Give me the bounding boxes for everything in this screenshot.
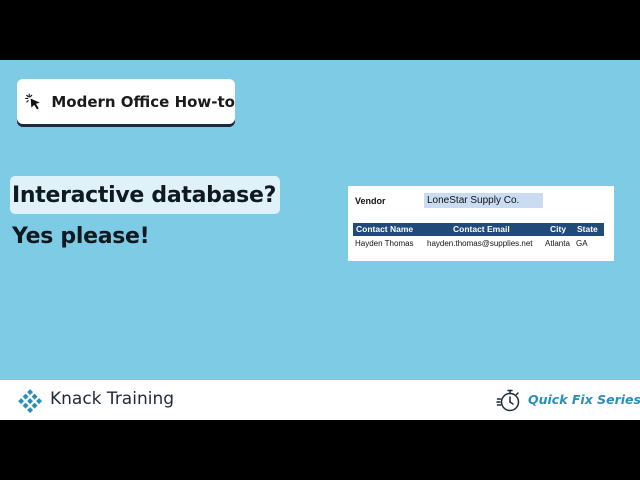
column-header-contact-email: Contact Email <box>453 224 510 234</box>
column-header-state: State <box>577 224 598 234</box>
headline-line-2: Yes please! <box>12 224 150 249</box>
stopwatch-icon <box>496 389 520 412</box>
letterbox-bottom <box>0 420 640 480</box>
brand-name: Knack Training <box>50 389 175 409</box>
cell-state[interactable]: GA <box>576 238 588 249</box>
cell-contact-email[interactable]: hayden.thomas@supplies.net <box>427 238 533 249</box>
knack-diamond-logo <box>18 389 42 413</box>
letterbox-top <box>0 0 640 60</box>
table-header-row: Contact Name Contact Email City State <box>353 223 604 236</box>
cell-city[interactable]: Atlanta <box>545 238 570 249</box>
cell-contact-name[interactable]: Hayden Thomas <box>355 238 414 249</box>
video-frame: Modern Office How-to Interactive databas… <box>0 60 640 420</box>
footer-bar: Knack Training Quick Fix Series <box>0 380 640 420</box>
how-to-badge: Modern Office How-to <box>17 79 235 124</box>
how-to-label: Modern Office How-to <box>51 92 235 111</box>
spreadsheet-preview: Vendor LoneStar Supply Co. Contact Name … <box>348 186 614 261</box>
vendor-value-cell[interactable]: LoneStar Supply Co. <box>424 193 543 208</box>
column-header-contact-name: Contact Name <box>356 224 414 234</box>
series-name: Quick Fix Series <box>528 392 640 407</box>
column-header-city: City <box>550 224 567 234</box>
vendor-label: Vendor <box>355 196 386 206</box>
cursor-click-icon <box>25 93 40 109</box>
headline-line-1: Interactive database? <box>10 176 281 214</box>
